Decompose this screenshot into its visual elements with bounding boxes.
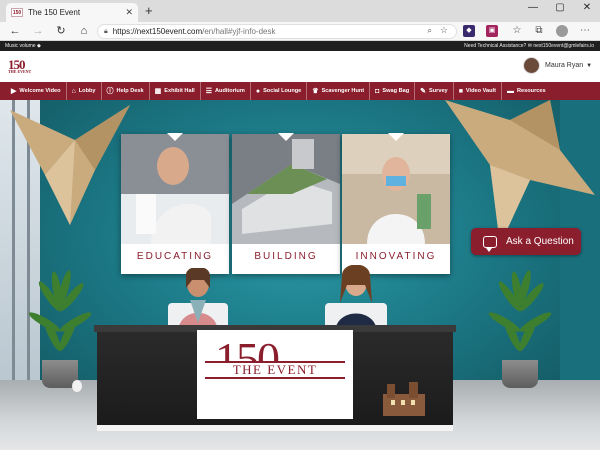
help-desk: 150 THE EVENT: [94, 325, 456, 431]
extension-icon[interactable]: ▣: [486, 25, 498, 37]
nav-item-label: Swag Bag: [382, 88, 410, 94]
music-volume-label: Music volume: [5, 43, 36, 49]
url-host: https://next150event.com: [112, 27, 203, 36]
help-text: Need Technical Assistance?: [464, 43, 527, 49]
home-icon: ⌂: [71, 87, 76, 95]
panel-label: BUILDING: [254, 251, 318, 262]
extension-icon[interactable]: ◆: [463, 25, 475, 37]
refresh-icon[interactable]: ↻: [54, 24, 68, 38]
close-window-button[interactable]: ✕: [578, 2, 596, 13]
gift-icon: ◘: [375, 87, 380, 95]
site-top-bar: Music volume ◆ Need Technical Assistance…: [0, 41, 600, 51]
nav-item-label: Survey: [429, 88, 448, 94]
folder-icon: ▬: [506, 87, 514, 95]
host-right: [325, 265, 387, 333]
trophy-icon: ♛: [312, 88, 319, 95]
decorative-kite-left: [10, 105, 130, 225]
chat-icon: ●: [255, 87, 261, 95]
star-icon[interactable]: ☆: [440, 25, 448, 36]
panel-label: INNOVATING: [355, 251, 437, 262]
nav-item-auditorium[interactable]: ☰ Auditorium: [201, 82, 251, 100]
help-desk-scene: EDUCATING BUILDING INNOVATING Ask a Ques…: [0, 100, 600, 450]
browser-tab[interactable]: 150 The 150 Event ✕: [6, 3, 138, 22]
help-email: next150event@gmlefairs.io: [533, 43, 594, 49]
nav-item-resources[interactable]: ▬ Resources: [502, 82, 551, 100]
site-header: 150 THE EVENT Maura Ryan ▼: [0, 51, 600, 82]
host-left: [168, 268, 228, 333]
url-path: /en/hall#yjf-info-desk: [202, 27, 276, 36]
nav-item-help-desk[interactable]: ⓘ Help Desk: [102, 82, 150, 100]
educating-photo: [121, 134, 229, 244]
user-name: Maura Ryan: [545, 62, 584, 69]
favorites-icon[interactable]: ☆: [510, 24, 524, 38]
zoom-icon[interactable]: ⌕: [428, 26, 432, 36]
nav-item-label: Lobby: [78, 88, 96, 94]
browser-toolbar: ← → ↻ ⌂ 🔒︎ https://next150event.com/en/h…: [0, 22, 600, 41]
info-icon: ⓘ: [106, 88, 114, 95]
lock-icon: 🔒︎: [104, 27, 108, 35]
new-tab-button[interactable]: +: [145, 3, 153, 19]
list-icon: ☰: [205, 88, 212, 95]
back-arrow-icon[interactable]: ←: [8, 24, 22, 38]
video-icon: ■: [458, 87, 463, 95]
desk-logo-text: THE EVENT: [205, 361, 345, 379]
forward-arrow-icon[interactable]: →: [31, 24, 45, 38]
logo-subtext: THE EVENT: [8, 69, 32, 74]
panel-label: EDUCATING: [136, 251, 214, 262]
chat-bubble-icon: [483, 235, 497, 252]
nav-item-label: Video Vault: [465, 88, 496, 94]
nav-item-lobby[interactable]: ⌂ Lobby: [67, 82, 102, 100]
building-photo: [232, 134, 340, 244]
collections-icon[interactable]: ⧉: [532, 24, 546, 38]
chevron-down-icon: ▼: [586, 62, 593, 69]
nav-item-scavenger-hunt[interactable]: ♛ Scavenger Hunt: [307, 82, 371, 100]
desk-logo: 150 THE EVENT: [197, 330, 353, 419]
plant-right: [486, 265, 554, 390]
panel-educating: EDUCATING: [121, 133, 229, 274]
nav-item-welcome-video[interactable]: ▶ Welcome Video: [6, 82, 67, 100]
survey-icon: ✎: [420, 88, 427, 95]
minimize-button[interactable]: —: [524, 2, 542, 13]
profile-icon[interactable]: [556, 25, 568, 37]
ask-a-question-button[interactable]: Ask a Question: [471, 228, 581, 255]
nav-item-label: Exhibit Hall: [164, 88, 195, 94]
tech-assistance[interactable]: Need Technical Assistance? ✉ next150even…: [464, 41, 594, 51]
mail-icon: ✉: [527, 43, 532, 49]
home-icon[interactable]: ⌂: [77, 24, 91, 38]
menu-icon[interactable]: ⋯: [578, 24, 592, 38]
nav-item-exhibit-hall[interactable]: ▦ Exhibit Hall: [150, 82, 201, 100]
nav-item-label: Social Lounge: [263, 88, 302, 94]
floor-figurine: [72, 380, 82, 392]
castle-model: [383, 382, 425, 416]
panel-building: BUILDING: [232, 133, 340, 274]
tab-close-icon[interactable]: ✕: [125, 7, 133, 18]
nav-item-label: Welcome Video: [19, 88, 61, 94]
plant-left: [26, 265, 94, 390]
music-volume-control[interactable]: Music volume ◆: [5, 41, 41, 51]
nav-item-label: Scavenger Hunt: [321, 88, 365, 94]
nav-item-social-lounge[interactable]: ● Social Lounge: [251, 82, 308, 100]
tab-title: The 150 Event: [28, 8, 81, 17]
innovating-photo: [342, 134, 450, 244]
browser-tab-strip: 150 The 150 Event ✕ + — ▢ ✕: [0, 0, 600, 22]
address-bar[interactable]: 🔒︎ https://next150event.com/en/hall#yjf-…: [97, 24, 457, 39]
main-nav: ▶ Welcome Video ⌂ Lobby ⓘ Help Desk ▦ Exhibi…: [0, 82, 600, 100]
site-logo[interactable]: 150 THE EVENT: [8, 58, 34, 75]
avatar: [523, 57, 540, 74]
panel-innovating: INNOVATING: [342, 133, 450, 274]
nav-item-label: Resources: [516, 88, 546, 94]
nav-item-label: Auditorium: [214, 88, 245, 94]
nav-item-swag-bag[interactable]: ◘ Swag Bag: [370, 82, 416, 100]
ask-button-label: Ask a Question: [506, 236, 574, 247]
favicon: 150: [11, 8, 23, 17]
play-icon: ▶: [11, 88, 17, 95]
user-menu[interactable]: Maura Ryan ▼: [523, 57, 592, 74]
maximize-button[interactable]: ▢: [551, 2, 569, 13]
nav-item-survey[interactable]: ✎ Survey: [415, 82, 454, 100]
building-icon: ▦: [154, 88, 162, 95]
nav-item-video-vault[interactable]: ■ Video Vault: [454, 82, 502, 100]
nav-item-label: Help Desk: [116, 88, 144, 94]
